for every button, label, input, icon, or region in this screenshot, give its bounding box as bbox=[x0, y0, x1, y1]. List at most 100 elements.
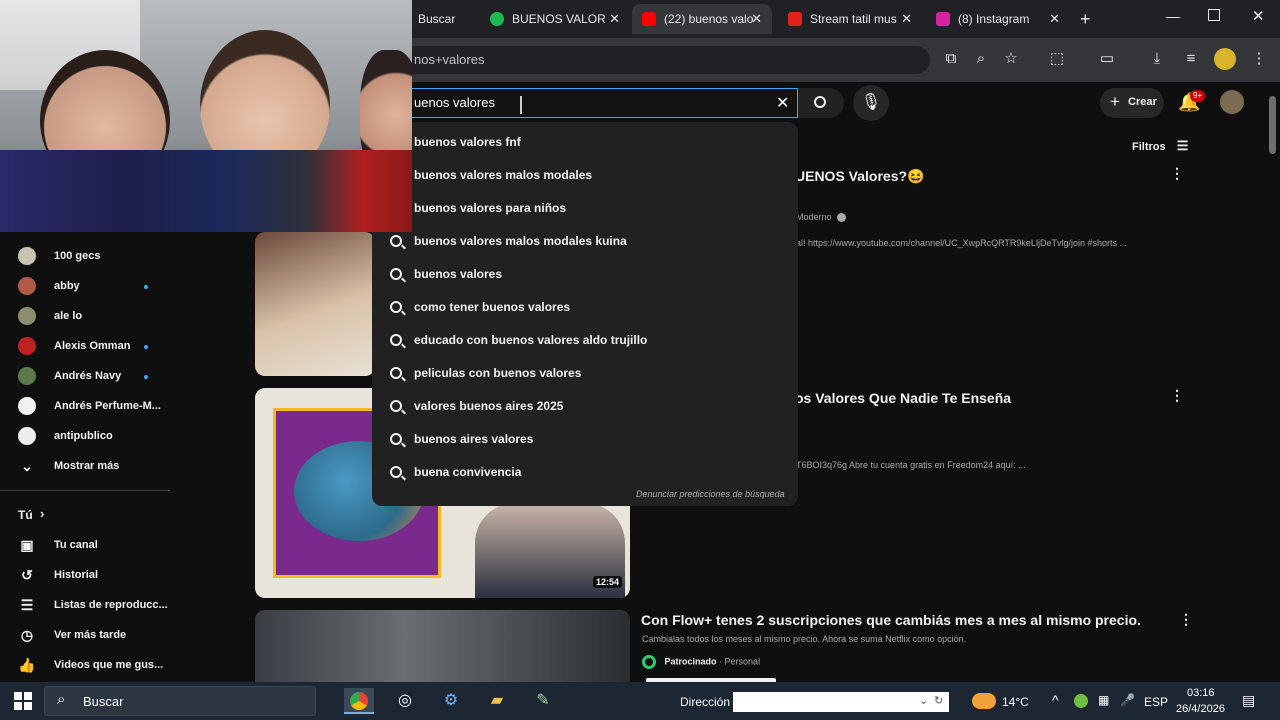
subscription-item[interactable]: ale lo bbox=[16, 305, 166, 329]
network-icon[interactable]: ▦ bbox=[1098, 693, 1109, 707]
weather-temperature[interactable]: 14°C bbox=[1002, 695, 1029, 709]
notification-badge: 9+ bbox=[1190, 90, 1206, 102]
subscription-item[interactable]: Alexis Omman bbox=[16, 335, 166, 359]
taskbar-search-input[interactable]: ⌕ Buscar bbox=[44, 686, 316, 716]
dropdown-chevron-icon[interactable]: ⌄ bbox=[919, 694, 928, 707]
paint-app-icon[interactable]: ✎ bbox=[528, 688, 558, 714]
tray-overflow-icon[interactable]: ^ bbox=[1052, 692, 1059, 708]
maximize-icon[interactable] bbox=[1208, 9, 1220, 21]
subscription-item[interactable]: abby bbox=[16, 275, 166, 299]
media-control-icon[interactable]: ≡ bbox=[1180, 48, 1202, 70]
tab-5[interactable]: (8) Instagram ✕ bbox=[926, 4, 1070, 34]
tab-close-icon[interactable]: ✕ bbox=[751, 11, 762, 27]
suggestion-item[interactable]: como tener buenos valores bbox=[372, 292, 798, 325]
report-predictions-link[interactable]: Denunciar predicciones de búsqueda bbox=[636, 489, 785, 499]
ad-menu-icon[interactable]: ⋮ bbox=[1178, 609, 1194, 629]
download-icon[interactable]: ⤓ bbox=[1146, 48, 1168, 70]
suggestion-item[interactable]: educado con buenos valores aldo trujillo bbox=[372, 325, 798, 358]
ad-sponsor: Patrocinado · Personal bbox=[642, 655, 760, 669]
avatar bbox=[18, 247, 36, 265]
channel-name[interactable]: Moderno bbox=[796, 212, 847, 223]
tab-close-icon[interactable]: ✕ bbox=[901, 11, 912, 27]
suggestion-item[interactable]: buenos valores malos modales kuina bbox=[372, 226, 798, 259]
tab-3[interactable]: (22) buenos valo ✕ bbox=[632, 4, 772, 34]
sidebar-item-liked-videos[interactable]: 👍 Videos que me gus... bbox=[16, 654, 166, 678]
you-section-header[interactable]: Tú › bbox=[16, 503, 166, 527]
plus-icon: + bbox=[1110, 92, 1120, 111]
chrome-app-icon[interactable] bbox=[344, 688, 374, 714]
playlist-icon: ☰ bbox=[20, 597, 34, 613]
chevron-right-icon: › bbox=[40, 506, 45, 521]
new-tab-button[interactable]: + bbox=[1080, 9, 1091, 30]
search-icon bbox=[390, 433, 402, 445]
extensions-icon[interactable]: ⬚ bbox=[1046, 48, 1068, 70]
history-icon: ↺ bbox=[21, 567, 33, 583]
sidebar-item-playlists[interactable]: ☰ Listas de reproducc... bbox=[16, 594, 168, 618]
suggestion-item[interactable]: buenos valores fnf bbox=[372, 127, 798, 160]
video-menu-icon[interactable]: ⋮ bbox=[1169, 163, 1185, 183]
account-avatar[interactable] bbox=[1220, 90, 1244, 114]
suggestion-item[interactable]: buena convivencia bbox=[372, 457, 798, 490]
webcam-clothing bbox=[0, 150, 412, 232]
suggestion-item[interactable]: valores buenos aires 2025 bbox=[372, 391, 798, 424]
avatar bbox=[18, 397, 36, 415]
suggestion-item[interactable]: buenos aires valores bbox=[372, 424, 798, 457]
minimize-icon[interactable]: — bbox=[1166, 8, 1180, 24]
clock-date[interactable]: 26/4/2026 bbox=[1176, 703, 1225, 715]
tray-app-icon[interactable] bbox=[1074, 694, 1088, 708]
bookmark-star-icon[interactable]: ☆ bbox=[1000, 48, 1022, 70]
filters-button[interactable]: Filtros ☰ bbox=[1132, 138, 1188, 154]
reading-list-icon[interactable]: ▭ bbox=[1096, 48, 1118, 70]
browser-menu-icon[interactable]: ⋮ bbox=[1248, 48, 1270, 70]
suggestion-item[interactable]: buenos valores bbox=[372, 259, 798, 292]
video-title[interactable]: os Valores Que Nadie Te Enseña bbox=[795, 390, 1011, 406]
search-icon bbox=[390, 400, 402, 412]
subscription-item[interactable]: 100 gecs bbox=[16, 245, 166, 269]
suggestion-item[interactable]: buenos valores malos modales bbox=[372, 160, 798, 193]
voice-search-button[interactable]: 🎙 bbox=[853, 85, 889, 121]
sidebar-item-watch-later[interactable]: ◷ Ver más tarde bbox=[16, 624, 166, 648]
sidebar-item-history[interactable]: ↺ Historial bbox=[16, 564, 166, 588]
suggestion-item[interactable]: buenos valores para niños bbox=[372, 193, 798, 226]
go-refresh-icon[interactable]: ↻ bbox=[934, 694, 943, 707]
clear-search-icon[interactable]: ✕ bbox=[776, 93, 789, 113]
close-icon[interactable]: ✕ bbox=[1252, 7, 1265, 25]
obs-app-icon[interactable]: ◎ bbox=[390, 688, 420, 714]
video-menu-icon[interactable]: ⋮ bbox=[1169, 385, 1185, 405]
tab-2-title: BUENOS VALOR bbox=[512, 12, 606, 26]
subscription-item[interactable]: Andrés Navy bbox=[16, 365, 166, 389]
tab-1[interactable]: Buscar bbox=[408, 4, 474, 34]
tab-4[interactable]: Stream tatil mus ✕ bbox=[778, 4, 922, 34]
profile-avatar[interactable] bbox=[1214, 48, 1236, 70]
video-title[interactable]: UENOS Valores?😆 bbox=[795, 168, 924, 185]
show-more-button[interactable]: ⌄ Mostrar más bbox=[16, 455, 166, 479]
speaker-icon[interactable]: 🎤 bbox=[1120, 693, 1135, 707]
ad-thumbnail[interactable] bbox=[255, 610, 630, 682]
user-square-icon: ▣ bbox=[20, 537, 34, 553]
page-scrollbar[interactable] bbox=[1269, 96, 1276, 154]
create-button[interactable]: + Crear bbox=[1100, 88, 1164, 118]
weather-icon[interactable] bbox=[972, 693, 996, 709]
tab-close-icon[interactable]: ✕ bbox=[1049, 11, 1060, 27]
zoom-icon[interactable]: ⌕ bbox=[970, 48, 992, 70]
suggestion-item[interactable]: peliculas con buenos valores bbox=[372, 358, 798, 391]
tab-close-icon[interactable]: ✕ bbox=[609, 11, 620, 27]
tab-5-title: (8) Instagram bbox=[958, 12, 1030, 26]
notification-center-icon[interactable]: ▤ bbox=[1242, 692, 1255, 709]
sidebar-item-your-channel[interactable]: ▣ Tu canal bbox=[16, 534, 166, 558]
install-icon[interactable]: ⧉ bbox=[940, 48, 962, 70]
search-button[interactable] bbox=[798, 88, 844, 118]
windows-start-icon[interactable] bbox=[14, 692, 32, 710]
file-explorer-icon[interactable]: ▰ bbox=[482, 688, 512, 714]
ad-title[interactable]: Con Flow+ tenes 2 suscripciones que camb… bbox=[641, 612, 1141, 628]
steam-app-icon[interactable]: ⚙ bbox=[436, 688, 466, 714]
clock-time[interactable]: 03:16 bbox=[1187, 687, 1215, 699]
tab-2[interactable]: BUENOS VALOR ✕ bbox=[480, 4, 630, 34]
video-thumbnail[interactable] bbox=[255, 232, 375, 376]
taskbar-address-input[interactable]: ⌄ ↻ bbox=[733, 692, 949, 712]
subscription-item[interactable]: antipublico bbox=[16, 425, 166, 449]
language-indicator[interactable]: ESP bbox=[1144, 695, 1168, 709]
chrome-logo bbox=[350, 692, 368, 710]
subscription-item[interactable]: Andrés Perfume-M... bbox=[16, 395, 166, 419]
address-bar[interactable]: nos+valores bbox=[330, 46, 930, 74]
